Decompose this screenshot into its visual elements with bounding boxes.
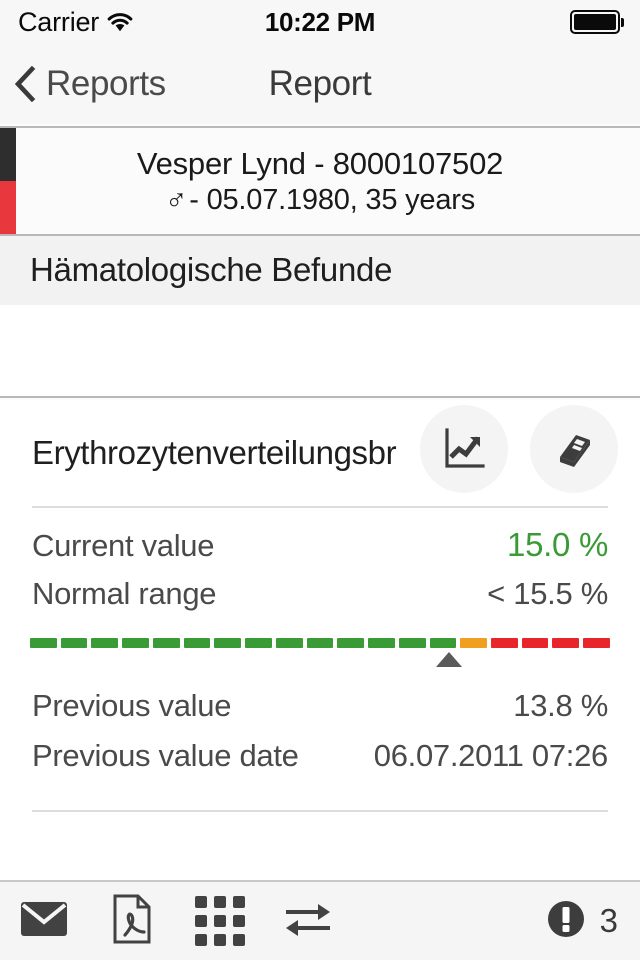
current-value: 15.0 % bbox=[507, 526, 608, 563]
email-button[interactable] bbox=[0, 881, 88, 961]
transfer-icon bbox=[282, 899, 334, 944]
gauge-segment bbox=[398, 638, 426, 648]
gauge-segment bbox=[368, 638, 395, 648]
pdf-icon bbox=[112, 894, 152, 949]
normal-range-row: Normal range < 15.5 % bbox=[0, 576, 640, 626]
alert-exclamation-icon bbox=[546, 899, 586, 944]
previous-date-value: 06.07.2011 07:26 bbox=[373, 738, 609, 773]
section-header: Hämatologische Befunde bbox=[0, 236, 640, 304]
gauge-segment bbox=[60, 638, 88, 648]
gauge-segment bbox=[491, 638, 518, 648]
clock-label: 10:22 PM bbox=[264, 6, 376, 37]
next-row-label: Measurement bbox=[32, 852, 219, 858]
pdf-button[interactable] bbox=[88, 881, 176, 961]
grid-button[interactable] bbox=[176, 881, 264, 961]
page-title: Report bbox=[0, 64, 640, 104]
normal-range-value: < 15.5 % bbox=[487, 576, 608, 611]
info-button[interactable] bbox=[530, 405, 618, 493]
gauge-segment bbox=[245, 638, 272, 648]
app-screen: Carrier 10:22 PM Reports Report Vesper L… bbox=[0, 0, 640, 960]
toolbar-actions bbox=[0, 881, 352, 961]
previous-value-label: Previous value bbox=[32, 688, 232, 723]
patient-banner[interactable]: Vesper Lynd - 8000107502 ♂ - 05.07.1980,… bbox=[0, 126, 640, 236]
patient-info: Vesper Lynd - 8000107502 ♂ - 05.07.1980,… bbox=[0, 128, 640, 234]
gauge-track bbox=[30, 638, 610, 648]
previous-date-label: Previous value date bbox=[32, 738, 299, 773]
previous-value: 13.8 % bbox=[513, 688, 608, 723]
gauge-segment bbox=[552, 638, 580, 648]
page-title-text: Report bbox=[268, 64, 372, 103]
gauge-segment bbox=[183, 638, 211, 648]
transfer-button[interactable] bbox=[264, 881, 352, 961]
book-icon bbox=[552, 427, 596, 471]
gauge-segment bbox=[306, 638, 334, 648]
gauge-marker bbox=[435, 652, 462, 667]
value-gauge bbox=[30, 638, 610, 682]
email-icon bbox=[20, 901, 68, 942]
gauge-segment bbox=[122, 638, 149, 648]
divider bbox=[32, 506, 608, 508]
gauge-segment bbox=[337, 638, 365, 648]
gauge-segment bbox=[214, 638, 242, 648]
gauge-segment bbox=[275, 638, 303, 648]
previous-value-row: Previous value 13.8 % bbox=[0, 688, 640, 738]
next-row-clipped: Measurement bbox=[0, 852, 640, 878]
gauge-segment bbox=[583, 638, 610, 648]
navigation-bar: Reports Report bbox=[0, 44, 640, 124]
chart-button[interactable] bbox=[420, 405, 508, 493]
gauge-segment bbox=[30, 638, 57, 648]
detail-title: Erythrozytenverteilungsbr bbox=[32, 434, 397, 471]
section-header-label: Hämatologische Befunde bbox=[30, 251, 393, 288]
current-value-label: Current value bbox=[32, 528, 215, 563]
current-value-row: Current value 15.0 % bbox=[0, 526, 640, 576]
gauge-segment bbox=[460, 638, 488, 648]
line-chart-icon bbox=[441, 426, 487, 472]
bottom-toolbar: 3 bbox=[0, 880, 640, 960]
patient-name: Vesper Lynd - 8000107502 bbox=[136, 145, 504, 181]
gauge-segment bbox=[91, 638, 119, 648]
alert-button[interactable]: 3 bbox=[546, 899, 618, 944]
patient-demographics: ♂ - 05.07.1980, 35 years bbox=[165, 184, 475, 217]
gauge-segment bbox=[152, 638, 180, 648]
normal-range-label: Normal range bbox=[32, 576, 217, 611]
gauge-segment bbox=[521, 638, 549, 648]
gauge-segment bbox=[429, 638, 457, 648]
detail-card-header: Erythrozytenverteilungsbr bbox=[0, 400, 640, 506]
divider-bottom bbox=[32, 810, 608, 812]
male-sex-icon: ♂ bbox=[164, 183, 188, 217]
battery-icon bbox=[570, 10, 624, 34]
detail-card: Erythrozytenverteilungsbr Current value … bbox=[0, 400, 640, 880]
list-separator bbox=[0, 396, 640, 398]
detail-action-buttons bbox=[420, 405, 618, 493]
previous-date-row: Previous value date 06.07.2011 07:26 bbox=[0, 738, 640, 788]
patient-dob-age: - 05.07.1980, 35 years bbox=[189, 183, 476, 216]
status-bar: Carrier 10:22 PM bbox=[0, 0, 640, 44]
grid-icon bbox=[195, 896, 245, 946]
alert-count: 3 bbox=[599, 902, 618, 939]
